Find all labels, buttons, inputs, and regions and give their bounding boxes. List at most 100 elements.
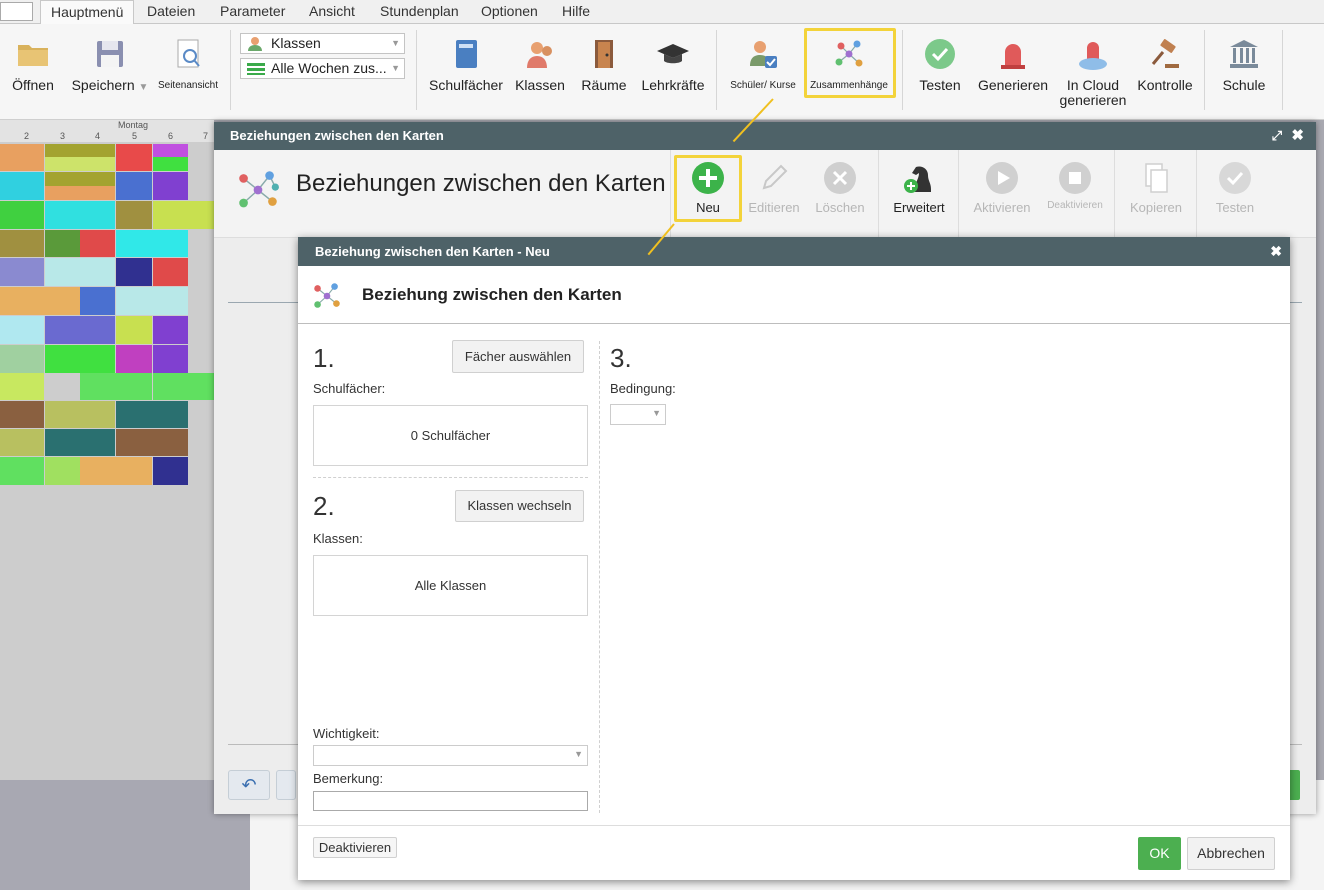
timetable-card[interactable] bbox=[0, 144, 44, 171]
timetable-card[interactable] bbox=[45, 144, 115, 157]
students-courses-button[interactable]: Schüler/ Kurse bbox=[728, 36, 798, 93]
timetable-card[interactable] bbox=[116, 316, 152, 344]
timetable-card[interactable] bbox=[116, 345, 152, 373]
classes-dropdown[interactable]: Klassen ▼ bbox=[240, 33, 405, 54]
save-dropdown-arrow-icon[interactable]: ▼ bbox=[139, 82, 149, 93]
timetable-card[interactable] bbox=[0, 258, 44, 286]
ok-button[interactable]: OK bbox=[1138, 837, 1181, 870]
quick-access-box[interactable] bbox=[0, 2, 33, 21]
timetable-card[interactable] bbox=[116, 258, 152, 286]
timetable-card[interactable] bbox=[116, 401, 188, 428]
weeks-dropdown[interactable]: Alle Wochen zus... ▼ bbox=[240, 58, 405, 79]
timetable-card[interactable] bbox=[153, 172, 188, 200]
timetable-card[interactable] bbox=[45, 429, 115, 456]
maximize-icon[interactable]: ⤢ bbox=[1272, 122, 1282, 150]
redo-icon[interactable] bbox=[276, 770, 296, 800]
edit-button[interactable]: Editieren bbox=[744, 160, 804, 215]
tab-stundenplan[interactable]: Stundenplan bbox=[378, 0, 461, 24]
page-view-button[interactable]: Seitenansicht bbox=[156, 36, 220, 93]
tab-hilfe[interactable]: Hilfe bbox=[560, 0, 592, 24]
timetable-card[interactable] bbox=[45, 345, 115, 373]
timetable-card[interactable] bbox=[0, 373, 44, 400]
timetable-card[interactable] bbox=[0, 287, 80, 315]
timetable-card[interactable] bbox=[116, 230, 188, 257]
timetable-card[interactable] bbox=[0, 201, 44, 229]
page-magnifier-icon bbox=[177, 39, 200, 68]
open-button[interactable]: Öffnen bbox=[10, 36, 56, 93]
copy-label: Kopieren bbox=[1129, 200, 1183, 215]
test-button[interactable]: Testen bbox=[912, 36, 968, 93]
timetable-card[interactable] bbox=[80, 287, 115, 315]
timetable-card[interactable] bbox=[80, 457, 152, 485]
timetable-card[interactable] bbox=[45, 457, 80, 485]
undo-icon[interactable]: ↶ bbox=[228, 770, 270, 800]
cloud-generate-button[interactable]: In Cloud generieren bbox=[1058, 36, 1128, 108]
timetable-card[interactable] bbox=[153, 144, 188, 157]
timetable-card[interactable] bbox=[80, 373, 152, 400]
subjects-button[interactable]: Schulfächer bbox=[428, 36, 504, 93]
open-label: Öffnen bbox=[12, 77, 54, 93]
timetable-card[interactable] bbox=[45, 401, 115, 428]
timetable-card[interactable] bbox=[153, 157, 188, 171]
deactivate-relation-button[interactable]: Deaktivieren bbox=[313, 837, 397, 858]
generate-button[interactable]: Generieren bbox=[976, 36, 1050, 93]
deactivate-button[interactable]: Deaktivieren bbox=[1042, 160, 1108, 211]
condition-select[interactable]: ▼ bbox=[610, 404, 666, 425]
tab-dateien[interactable]: Dateien bbox=[145, 0, 197, 24]
timetable-card[interactable] bbox=[45, 186, 115, 200]
timetable-card[interactable] bbox=[45, 157, 115, 171]
timetable-card[interactable] bbox=[116, 201, 152, 229]
timetable-card[interactable] bbox=[45, 201, 115, 229]
timetable-card[interactable] bbox=[153, 316, 188, 344]
timetable-card[interactable] bbox=[45, 316, 115, 344]
timetable-card[interactable] bbox=[116, 144, 152, 171]
timetable-card[interactable] bbox=[153, 258, 188, 286]
tab-optionen[interactable]: Optionen bbox=[479, 0, 540, 24]
timetable-card[interactable] bbox=[0, 429, 44, 456]
timetable-card[interactable] bbox=[153, 345, 188, 373]
importance-select[interactable]: ▼ bbox=[313, 745, 588, 766]
timetable-card[interactable] bbox=[116, 172, 152, 200]
delete-button[interactable]: Löschen bbox=[812, 160, 868, 215]
timetable-card[interactable] bbox=[45, 258, 115, 286]
timetable-card[interactable] bbox=[0, 316, 44, 344]
control-button[interactable]: Kontrolle bbox=[1136, 36, 1194, 93]
test-relations-button[interactable]: Testen bbox=[1206, 160, 1264, 215]
timetable-card[interactable] bbox=[0, 401, 44, 428]
close-icon[interactable]: ✖ bbox=[1291, 122, 1304, 150]
classes-box[interactable]: Alle Klassen bbox=[313, 555, 588, 616]
timetable-card[interactable] bbox=[45, 172, 115, 186]
note-input[interactable] bbox=[313, 791, 588, 811]
tab-ansicht[interactable]: Ansicht bbox=[307, 0, 357, 24]
school-button[interactable]: Schule bbox=[1214, 36, 1274, 93]
timetable-card[interactable] bbox=[0, 457, 44, 485]
timetable-card[interactable] bbox=[116, 429, 188, 456]
advanced-button[interactable]: Erweitert bbox=[886, 160, 952, 215]
network-nodes-icon bbox=[314, 283, 340, 308]
timetable-card[interactable] bbox=[45, 230, 80, 257]
page-view-label: Seitenansicht bbox=[157, 80, 219, 91]
select-subjects-button[interactable]: Fächer auswählen bbox=[452, 340, 584, 373]
timetable-card[interactable] bbox=[153, 373, 214, 400]
timetable-card[interactable] bbox=[153, 201, 214, 229]
copy-button[interactable]: Kopieren bbox=[1122, 160, 1190, 215]
teachers-button[interactable]: Lehrkräfte bbox=[640, 36, 706, 93]
timetable-card[interactable] bbox=[153, 457, 188, 485]
timetable-card[interactable] bbox=[0, 345, 44, 373]
cancel-button[interactable]: Abbrechen bbox=[1187, 837, 1275, 870]
subjects-box[interactable]: 0 Schulfächer bbox=[313, 405, 588, 466]
change-classes-button[interactable]: Klassen wechseln bbox=[455, 490, 584, 522]
save-button[interactable]: Speichern ▼ bbox=[70, 36, 150, 95]
timetable-card[interactable] bbox=[116, 287, 188, 315]
list-lines-icon bbox=[247, 63, 265, 75]
tab-parameter[interactable]: Parameter bbox=[218, 0, 287, 24]
activate-button[interactable]: Aktivieren bbox=[966, 160, 1038, 215]
timetable-card[interactable] bbox=[0, 230, 44, 257]
close-icon[interactable]: ✖ bbox=[1270, 237, 1282, 266]
book-icon bbox=[456, 40, 477, 68]
classes-button[interactable]: Klassen bbox=[512, 36, 568, 93]
rooms-button[interactable]: Räume bbox=[578, 36, 630, 93]
timetable-card[interactable] bbox=[80, 230, 115, 257]
timetable-card[interactable] bbox=[0, 172, 44, 200]
tab-hauptmenu[interactable]: Hauptmenü bbox=[40, 0, 135, 25]
